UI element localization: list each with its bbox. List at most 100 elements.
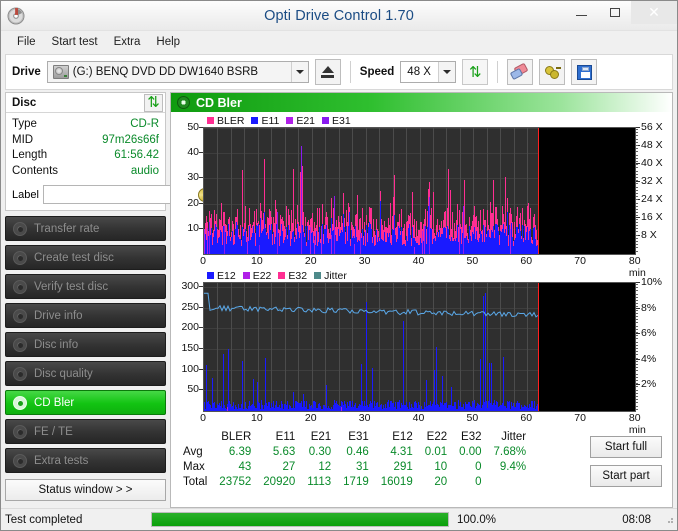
- toolbar-divider-1: [349, 61, 351, 83]
- legend-label: BLER: [217, 114, 245, 127]
- drive-select-value: (G:) BENQ DVD DD DW1640 BSRB: [72, 66, 259, 78]
- cell-max-e12: 291: [393, 461, 413, 473]
- right-minor-tick: [636, 145, 638, 146]
- charts-area: BLER E11 E21 E31 10 20 30 40 50 8 X 16 X…: [171, 112, 672, 507]
- right-minor-tick: [636, 164, 638, 165]
- error-chart-plot[interactable]: [203, 127, 636, 255]
- eject-button[interactable]: [314, 59, 341, 85]
- sidebar-item-fe-te[interactable]: FE / TE: [5, 419, 166, 444]
- chart-cursor[interactable]: [538, 128, 539, 254]
- cd-bler-icon: [177, 96, 190, 109]
- right-tick-label: 48 X: [641, 139, 663, 151]
- x-tick-label: 40: [412, 255, 425, 267]
- sidebar-item-create-test-disc[interactable]: Create test disc: [5, 245, 166, 270]
- legend-item-e12: E12: [207, 270, 236, 282]
- right-minor-tick: [636, 316, 638, 317]
- right-minor-tick: [636, 377, 638, 378]
- y-tick-label: 150: [181, 342, 199, 355]
- right-minor-tick: [636, 374, 638, 375]
- erase-disc-button[interactable]: [507, 59, 534, 85]
- close-button[interactable]: ✕: [631, 1, 677, 24]
- resize-grip[interactable]: [665, 515, 675, 525]
- disc-key-length: Length: [12, 149, 48, 161]
- cell-max-e31: 31: [355, 461, 369, 473]
- x-tick-label: 50: [466, 412, 479, 424]
- legend-label: E21: [296, 114, 316, 127]
- disc-refresh-button[interactable]: ⇅: [144, 93, 163, 112]
- sidebar-item-label: Verify test disc: [34, 280, 109, 293]
- menu-item-file[interactable]: File: [9, 34, 44, 50]
- right-minor-tick: [636, 225, 638, 226]
- x-tick-label: 0: [200, 255, 206, 267]
- right-minor-tick: [636, 332, 638, 333]
- speed-select-value: 48 X: [407, 66, 431, 78]
- y-tick-label: 300: [181, 280, 199, 293]
- start-full-button[interactable]: Start full: [590, 436, 662, 458]
- sidebar-item-disc-info[interactable]: Disc info: [5, 332, 166, 357]
- chevron-down-icon[interactable]: [438, 62, 456, 82]
- sidebar-item-drive-info[interactable]: Drive info: [5, 303, 166, 328]
- sidebar-item-transfer-rate[interactable]: Transfer rate: [5, 216, 166, 241]
- column-header-e32: E32: [461, 431, 482, 443]
- error-chart-legend: BLER E11 E21 E31: [173, 114, 670, 127]
- drive-settings-button[interactable]: [539, 59, 566, 85]
- right-tick-label: 24 X: [641, 193, 663, 205]
- disc-check-icon: [13, 279, 27, 294]
- sidebar-item-label: Drive info: [34, 309, 83, 322]
- refresh-button[interactable]: ⇅: [462, 59, 489, 85]
- legend-swatch: [251, 117, 259, 124]
- cd-bler-jitter-chart: E12 E22 E32 Jitter 50 100 150 200 250 30…: [173, 269, 670, 437]
- y-tick-label: 100: [181, 362, 199, 375]
- legend-swatch: [314, 272, 322, 279]
- right-tick-label: 4%: [641, 352, 657, 365]
- chart-cursor[interactable]: [538, 283, 539, 411]
- right-minor-tick: [636, 335, 638, 336]
- save-button[interactable]: [571, 59, 598, 85]
- menu-item-start-test[interactable]: Start test: [44, 34, 106, 50]
- start-part-button[interactable]: Start part: [590, 465, 662, 487]
- chevron-down-icon[interactable]: [290, 62, 308, 82]
- disc-row-type: Type CD-R: [12, 117, 159, 133]
- error-chart-x-axis: 0 10 20 30 40 50 60 70 80 min: [200, 255, 646, 279]
- maximize-button[interactable]: [598, 1, 631, 24]
- sidebar-item-cd-bler[interactable]: CD Bler: [5, 390, 166, 415]
- cell-max-e22: 10: [434, 461, 448, 473]
- progress-percent: 100.0%: [457, 513, 497, 526]
- minimize-button[interactable]: [565, 1, 598, 24]
- column-header-bler: BLER: [221, 431, 252, 443]
- sidebar-item-disc-quality[interactable]: Disc quality: [5, 361, 166, 386]
- speed-select[interactable]: 48 X: [400, 61, 457, 83]
- menu-item-extra[interactable]: Extra: [106, 34, 149, 50]
- disc-panel-title: Disc: [12, 96, 37, 109]
- disc-row-contents: Contents audio: [12, 164, 159, 180]
- e31-peak-bar: [301, 145, 302, 254]
- table-row: Avg 6.39 5.63 0.30 0.46 4.31 0.01 0.00 7…: [181, 445, 532, 460]
- right-minor-tick: [636, 167, 638, 168]
- jitter-trace: [204, 292, 539, 318]
- status-window-button[interactable]: Status window > >: [5, 479, 166, 501]
- disc-row-mid: MID 97m26s66f: [12, 133, 159, 149]
- right-minor-tick: [636, 235, 638, 236]
- start-buttons: Start full Start part: [590, 430, 666, 490]
- cell-max-jitter: 9.4%: [499, 461, 527, 473]
- sidebar-item-verify-test-disc[interactable]: Verify test disc: [5, 274, 166, 299]
- right-minor-tick: [636, 206, 638, 207]
- row-label-avg: Avg: [183, 446, 203, 458]
- no-data-region: [538, 128, 635, 254]
- right-minor-tick: [636, 345, 638, 346]
- right-minor-tick: [636, 155, 638, 156]
- jitter-chart-plot[interactable]: [203, 282, 636, 412]
- progress-bar: [151, 512, 449, 527]
- menu-item-help[interactable]: Help: [148, 34, 188, 50]
- right-minor-tick: [636, 161, 638, 162]
- disc-info-panel: Disc ⇅ Type CD-R MID 97m26s66f Length 61…: [5, 92, 213, 211]
- legend-item-e11: E11: [251, 115, 279, 127]
- cell-max-e21: 12: [318, 461, 332, 473]
- legend-label: E32: [288, 269, 308, 282]
- cell-total-jitter: [488, 475, 533, 490]
- cell-avg-e31: 0.46: [346, 446, 369, 458]
- sidebar-item-extra-tests[interactable]: Extra tests: [5, 448, 166, 473]
- right-minor-tick: [636, 231, 638, 232]
- y-tick-label: 20: [187, 196, 199, 209]
- drive-select[interactable]: (G:) BENQ DVD DD DW1640 BSRB: [46, 61, 309, 83]
